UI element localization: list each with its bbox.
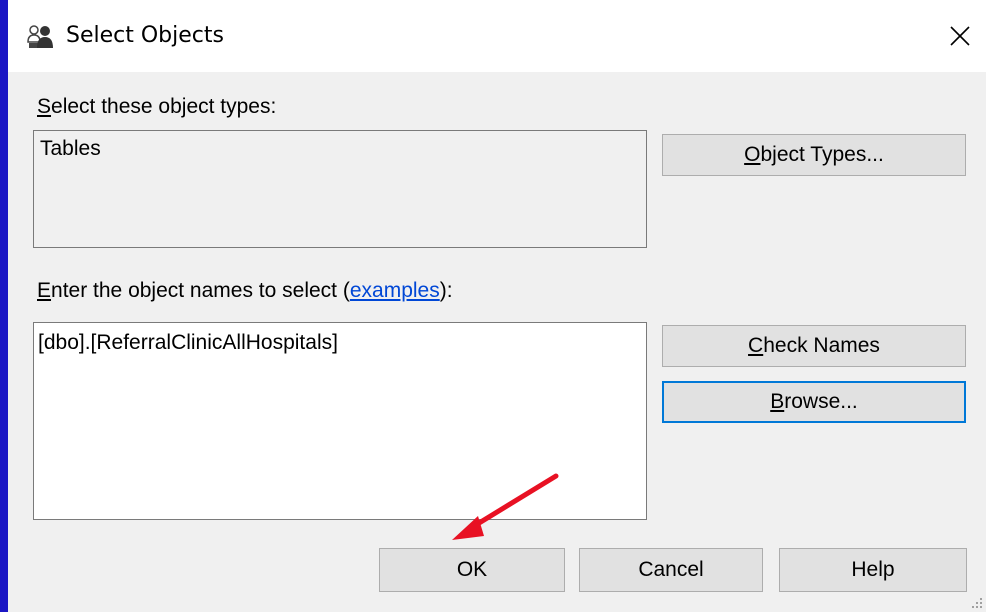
- object-types-button-mnemonic: O: [744, 143, 761, 166]
- users-icon: [27, 25, 53, 48]
- browse-button[interactable]: Browse...: [662, 381, 966, 423]
- ok-label: OK: [456, 558, 488, 581]
- object-names-value: [dbo].[ReferralClinicAllHospitals]: [38, 331, 338, 354]
- object-types-value: Tables: [40, 137, 101, 160]
- ok-button[interactable]: OK: [379, 548, 565, 592]
- object-names-label-suffix: ):: [439, 279, 453, 302]
- check-names-label: heck Names: [763, 334, 880, 357]
- close-icon: [950, 26, 970, 46]
- title-bar: Select Objects: [8, 0, 986, 72]
- window-title: Select Objects: [66, 23, 224, 48]
- check-names-mnemonic: C: [748, 334, 764, 357]
- cancel-label: Cancel: [638, 558, 704, 581]
- browse-mnemonic: B: [770, 390, 785, 413]
- object-names-label: Enter the object names to select (exampl…: [37, 279, 453, 303]
- object-names-label-text: nter the object names to select (: [51, 279, 350, 302]
- object-types-label-text: elect these object types:: [51, 95, 277, 118]
- select-objects-dialog: Select Objects Select these object types…: [8, 0, 986, 612]
- object-names-input[interactable]: [dbo].[ReferralClinicAllHospitals]: [33, 322, 647, 520]
- help-label: Help: [851, 558, 895, 581]
- check-names-button[interactable]: Check Names: [662, 325, 966, 367]
- object-types-label-mnemonic: S: [37, 95, 52, 118]
- close-button[interactable]: [938, 14, 982, 58]
- resize-grip-icon[interactable]: [970, 596, 984, 610]
- examples-link[interactable]: examples: [350, 279, 440, 302]
- object-types-button-label: bject Types...: [760, 143, 884, 166]
- browse-label: rowse...: [784, 390, 858, 413]
- cancel-button[interactable]: Cancel: [579, 548, 763, 592]
- object-names-label-mnemonic: E: [37, 279, 52, 302]
- help-button[interactable]: Help: [779, 548, 967, 592]
- object-types-label: Select these object types:: [37, 95, 276, 119]
- object-types-field[interactable]: Tables: [33, 130, 647, 248]
- object-types-button[interactable]: Object Types...: [662, 134, 966, 176]
